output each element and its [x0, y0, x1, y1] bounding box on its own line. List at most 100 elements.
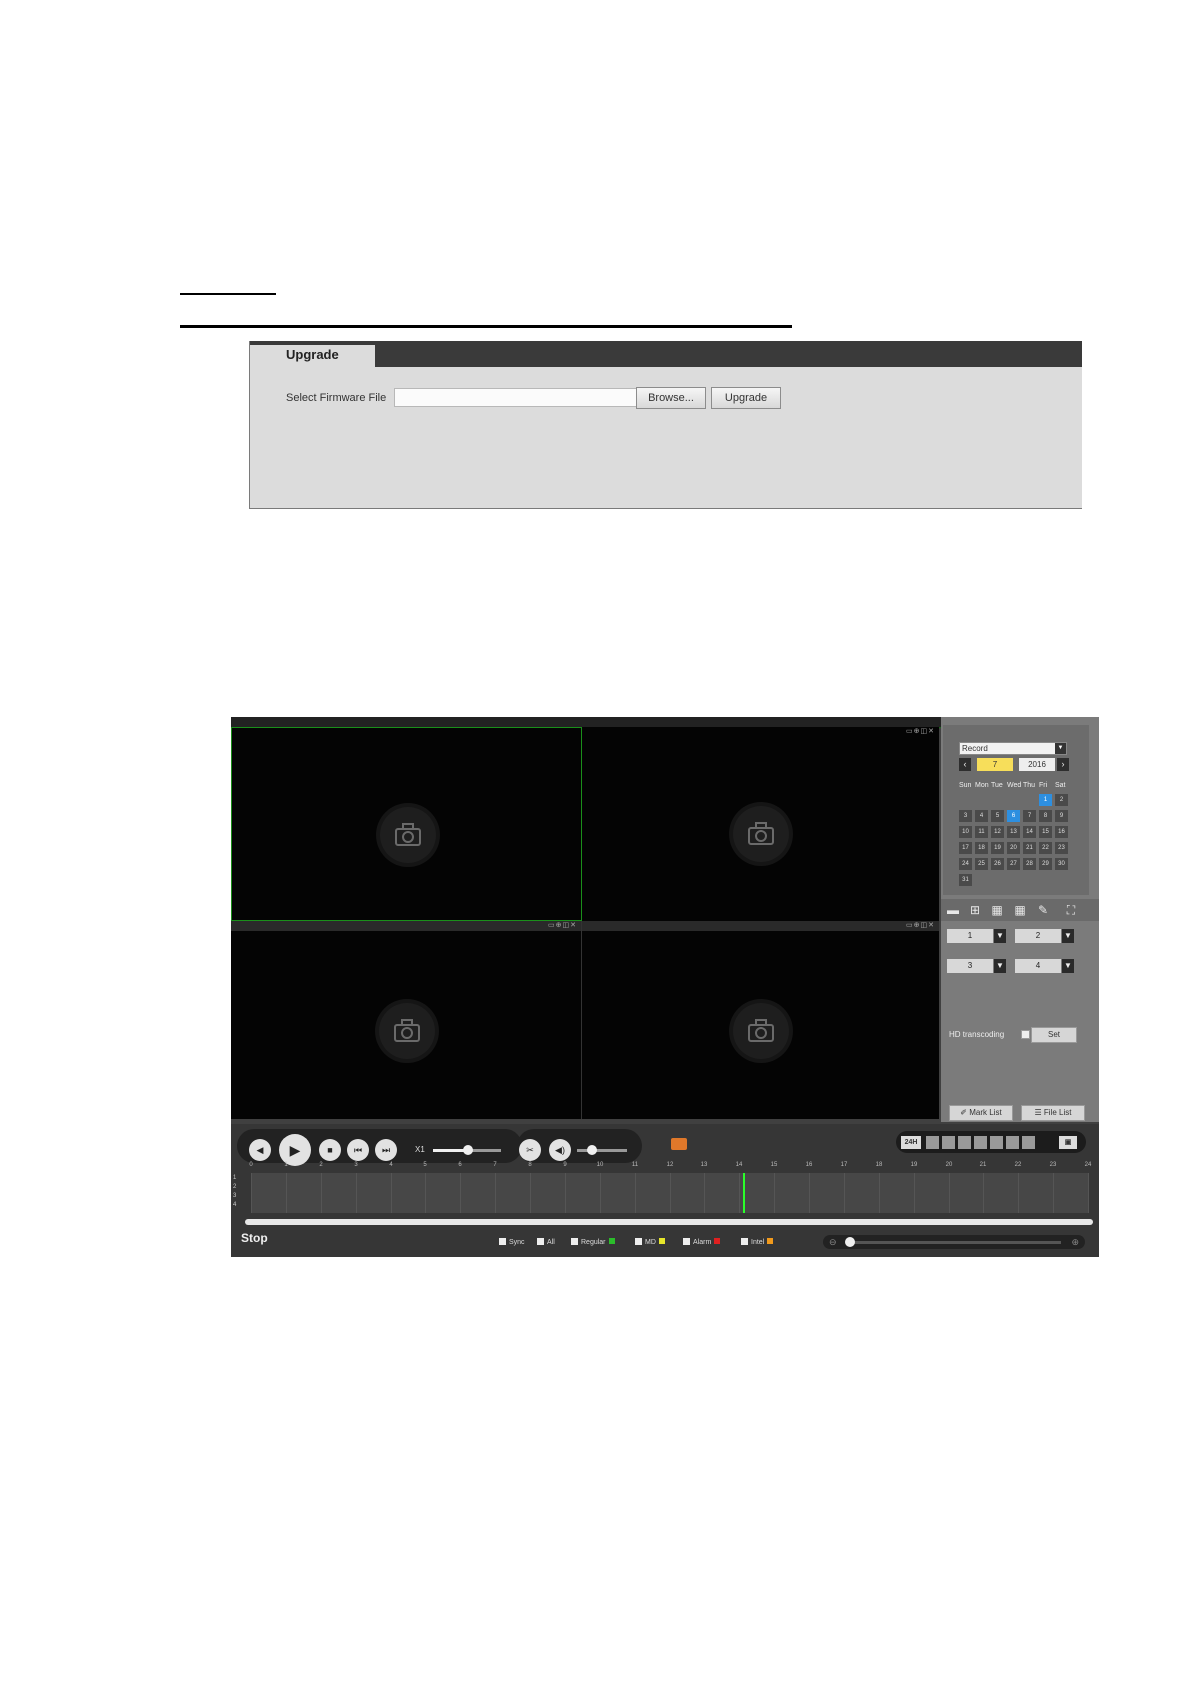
hd-transcoding-checkbox[interactable] — [1021, 1030, 1030, 1039]
chevron-down-icon[interactable]: ▼ — [1062, 929, 1074, 943]
month-field[interactable]: 7 — [977, 758, 1013, 771]
timeline[interactable]: 0 1 2 3 4 5 6 7 8 9 10 11 12 13 14 15 16 17 18 19 20 21 22 23 24… — [233, 1162, 1091, 1213]
md-checkbox[interactable] — [635, 1238, 642, 1245]
video-cell-2[interactable]: ▭⊕◫✕ — [582, 727, 939, 921]
calendar-day[interactable]: 25 — [975, 858, 988, 870]
set-button[interactable]: Set — [1031, 1027, 1077, 1043]
chevron-down-icon[interactable]: ▼ — [1062, 959, 1074, 973]
calendar-day[interactable]: 15 — [1039, 826, 1052, 838]
rewind-icon[interactable]: ◀ — [249, 1139, 271, 1161]
calendar-day[interactable]: 29 — [1039, 858, 1052, 870]
layout-16-icon[interactable]: ▦ — [1012, 904, 1028, 916]
calendar-day[interactable]: 22 — [1039, 842, 1052, 854]
chevron-down-icon[interactable]: ▼ — [994, 959, 1006, 973]
timeline-scrollbar[interactable] — [245, 1219, 1093, 1225]
calendar-day[interactable]: 8 — [1039, 810, 1052, 822]
calendar-day[interactable]: 1 — [1039, 794, 1052, 806]
intel-checkbox[interactable] — [741, 1238, 748, 1245]
calendar-day[interactable]: 14 — [1023, 826, 1036, 838]
year-field[interactable]: 2016 — [1019, 758, 1055, 771]
upgrade-button[interactable]: Upgrade — [711, 387, 781, 409]
calendar-day[interactable]: 23 — [1055, 842, 1068, 854]
sync-checkbox[interactable] — [499, 1238, 506, 1245]
browse-button[interactable]: Browse... — [636, 387, 706, 409]
second-field[interactable] — [990, 1136, 1003, 1149]
mark-list-button[interactable]: ✐ Mark List — [949, 1105, 1013, 1121]
clock-icon[interactable]: 24H — [901, 1136, 921, 1149]
calendar-day[interactable]: 17 — [959, 842, 972, 854]
speed-slider-knob[interactable] — [463, 1145, 473, 1155]
channel-select-3[interactable]: 3 — [947, 959, 993, 973]
calendar-day[interactable]: 12 — [991, 826, 1004, 838]
legend-sync[interactable]: Sync — [499, 1238, 525, 1246]
video-cell-1[interactable] — [231, 727, 582, 921]
calendar-day[interactable]: 10 — [959, 826, 972, 838]
layout-1-icon[interactable]: ▬ — [945, 904, 961, 916]
volume-slider[interactable] — [577, 1149, 627, 1152]
calendar-day[interactable]: 20 — [1007, 842, 1020, 854]
legend-all[interactable]: All — [537, 1238, 555, 1246]
second-field[interactable] — [1022, 1136, 1035, 1149]
calendar-day[interactable]: 3 — [959, 810, 972, 822]
calendar-day[interactable]: 4 — [975, 810, 988, 822]
legend-md[interactable]: MD — [635, 1238, 665, 1246]
calendar-day[interactable]: 13 — [1007, 826, 1020, 838]
calendar-day[interactable]: 21 — [1023, 842, 1036, 854]
calendar-day[interactable]: 16 — [1055, 826, 1068, 838]
all-checkbox[interactable] — [537, 1238, 544, 1245]
tab-upgrade[interactable]: Upgrade — [250, 345, 375, 369]
calendar-day[interactable]: 19 — [991, 842, 1004, 854]
volume-icon[interactable]: ◀) — [549, 1139, 571, 1161]
calendar-day[interactable]: 5 — [991, 810, 1004, 822]
stop-icon[interactable]: ■ — [319, 1139, 341, 1161]
channel-select-4[interactable]: 4 — [1015, 959, 1061, 973]
zoom-out-icon[interactable]: ⊖ — [829, 1235, 837, 1249]
calendar-day[interactable]: 24 — [959, 858, 972, 870]
second-field[interactable] — [1006, 1136, 1019, 1149]
calendar-day[interactable]: 31 — [959, 874, 972, 886]
file-list-button[interactable]: ☰ File List — [1021, 1105, 1085, 1121]
snapshot-icon[interactable] — [671, 1138, 687, 1150]
alarm-checkbox[interactable] — [683, 1238, 690, 1245]
calendar-day[interactable]: 6 — [1007, 810, 1020, 822]
channel-select-2[interactable]: 2 — [1015, 929, 1061, 943]
calendar-day[interactable]: 9 — [1055, 810, 1068, 822]
step-back-icon[interactable]: ⏮ — [347, 1139, 369, 1161]
zoom-in-icon[interactable]: ⊕ — [1071, 1235, 1079, 1249]
calendar-day[interactable]: 7 — [1023, 810, 1036, 822]
calendar-day[interactable]: 27 — [1007, 858, 1020, 870]
timeline-cursor[interactable] — [743, 1173, 745, 1213]
hour-field[interactable] — [942, 1136, 955, 1149]
channel-select-1[interactable]: 1 — [947, 929, 993, 943]
layout-4-icon[interactable]: ⊞ — [967, 904, 983, 916]
volume-slider-knob[interactable] — [587, 1145, 597, 1155]
pen-icon[interactable]: ✎ — [1035, 904, 1051, 916]
regular-checkbox[interactable] — [571, 1238, 578, 1245]
legend-intel[interactable]: Intel — [741, 1238, 774, 1246]
minute-field[interactable] — [958, 1136, 971, 1149]
step-forward-icon[interactable]: ⏭ — [375, 1139, 397, 1161]
calendar-day[interactable]: 26 — [991, 858, 1004, 870]
prev-month-button[interactable]: ‹ — [959, 758, 971, 771]
video-cell-4[interactable]: ▭⊕◫✕ — [582, 921, 939, 1119]
calendar-day[interactable]: 18 — [975, 842, 988, 854]
calendar-day[interactable]: 28 — [1023, 858, 1036, 870]
legend-regular[interactable]: Regular — [571, 1238, 615, 1246]
zoom-slider[interactable] — [851, 1241, 1061, 1244]
calendar-day[interactable]: 30 — [1055, 858, 1068, 870]
next-month-button[interactable]: › — [1057, 758, 1069, 771]
layout-9-icon[interactable]: ▦ — [989, 904, 1005, 916]
save-icon[interactable]: ▣ — [1059, 1136, 1077, 1149]
zoom-slider-knob[interactable] — [845, 1237, 855, 1247]
cut-icon[interactable]: ✂ — [519, 1139, 541, 1161]
hour-field[interactable] — [926, 1136, 939, 1149]
fullscreen-icon[interactable]: ⛶ — [1063, 904, 1079, 916]
record-type-select[interactable]: Record ▼ — [959, 742, 1067, 755]
firmware-file-input[interactable] — [394, 388, 664, 407]
video-cell-3[interactable]: ▭⊕◫✕ — [231, 921, 582, 1119]
calendar-day[interactable]: 11 — [975, 826, 988, 838]
minute-field[interactable] — [974, 1136, 987, 1149]
calendar-day[interactable]: 2 — [1055, 794, 1068, 806]
legend-alarm[interactable]: Alarm — [683, 1238, 721, 1246]
chevron-down-icon[interactable]: ▼ — [994, 929, 1006, 943]
